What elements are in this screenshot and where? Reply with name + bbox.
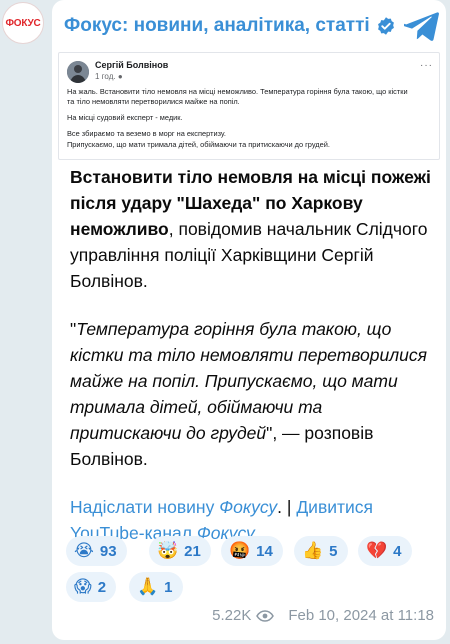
- channel-avatar-text: ФОКУС: [5, 17, 41, 29]
- reaction-screaming[interactable]: 😱 2: [66, 572, 117, 602]
- post-time-text: 1 год.: [95, 72, 116, 81]
- reaction-exploding-head[interactable]: 🤯 21: [149, 536, 211, 566]
- author-avatar: [67, 61, 89, 83]
- quote-paragraph: "Температура горіння була такою, що кіст…: [70, 316, 432, 472]
- reaction-count: 5: [329, 542, 338, 560]
- telegram-logo-icon[interactable]: [404, 10, 440, 42]
- reaction-count: 1: [164, 578, 173, 596]
- reaction-cursing-face[interactable]: 🤬 14: [221, 536, 283, 566]
- post-text-line: Все збираємо та веземо в морг на експерт…: [67, 129, 226, 138]
- views-count: 5.22K: [212, 607, 252, 624]
- views-eye-icon: [256, 609, 275, 622]
- post-text-line: На місці судовий експерт - медик.: [67, 113, 183, 122]
- cursing-face-icon: 🤬: [229, 541, 251, 561]
- post-text-line: та тіло немовляти перетворилися майже на…: [67, 97, 240, 106]
- reaction-count: 21: [184, 542, 201, 560]
- message-date: Feb 10, 2024 at 11:18: [288, 607, 434, 624]
- message-meta: 5.22K Feb 10, 2024 at 11:18: [212, 607, 434, 624]
- folded-hands-icon: 🙏: [137, 577, 159, 597]
- reaction-thumbs-up[interactable]: 👍 5: [294, 536, 348, 566]
- reaction-folded-hands[interactable]: 🙏 1: [129, 572, 183, 602]
- reaction-count: 14: [256, 542, 273, 560]
- embedded-facebook-post-screenshot: Сергій Болвінов 1 год. ● ··· На жаль. Вс…: [58, 52, 440, 160]
- message-text: Встановити тіло немовля на місці пожежі …: [70, 164, 432, 568]
- send-news-link[interactable]: Надіслати новину Фокусу: [70, 497, 277, 517]
- broken-heart-icon: 💔: [366, 541, 388, 561]
- more-options-icon: ···: [420, 60, 433, 71]
- reaction-broken-heart[interactable]: 💔 4: [358, 536, 412, 566]
- send-news-link-text: Надіслати новину: [70, 497, 220, 517]
- reaction-crying[interactable]: 😭 93: [66, 536, 127, 566]
- separator: |: [282, 497, 297, 517]
- channel-avatar[interactable]: ФОКУС: [2, 2, 44, 44]
- reaction-count: 4: [393, 542, 402, 560]
- post-author: Сергій Болвінов: [95, 60, 169, 70]
- screaming-face-icon: 😱: [74, 577, 92, 597]
- channel-title[interactable]: Фокус: новини, аналітика, статті: [64, 15, 370, 37]
- exploding-head-icon: 🤯: [157, 541, 179, 561]
- message-card: Фокус: новини, аналітика, статті Сергій …: [52, 0, 446, 640]
- lead-paragraph: Встановити тіло немовля на місці пожежі …: [70, 164, 432, 294]
- reaction-count: 93: [99, 542, 117, 560]
- verified-badge-icon: [377, 17, 394, 35]
- globe-icon: ●: [117, 72, 123, 81]
- post-text-line: Припускаємо, що мати тримала дітей, обій…: [67, 140, 330, 149]
- channel-header[interactable]: Фокус: новини, аналітика, статті: [52, 0, 446, 52]
- send-news-link-italic: Фокусу: [219, 497, 278, 517]
- thumbs-up-icon: 👍: [302, 541, 324, 561]
- post-text-line: На жаль. Встановити тіло немовля на місц…: [67, 87, 408, 96]
- post-time: 1 год. ●: [95, 72, 123, 81]
- reaction-count: 2: [97, 578, 107, 596]
- crying-face-icon: 😭: [74, 541, 94, 561]
